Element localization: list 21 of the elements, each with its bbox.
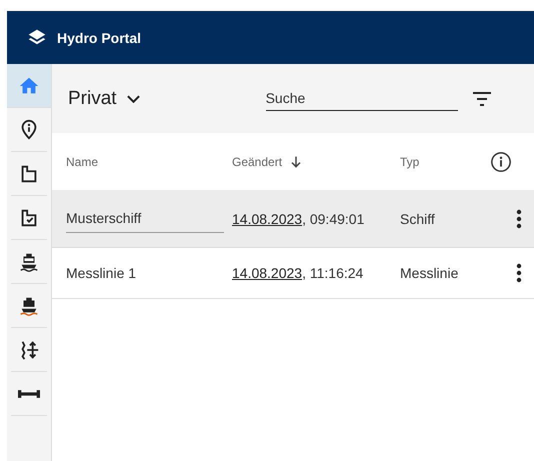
date-text: 14.08.2023, 11:16:24 xyxy=(232,265,364,281)
table-row[interactable]: Musterschiff 14.08.2023, 09:49:01 Schiff xyxy=(52,190,534,248)
search-field[interactable]: Suche xyxy=(266,86,458,111)
app-title: Hydro Portal xyxy=(57,30,142,46)
chevron-down-icon xyxy=(126,94,140,102)
date-text: 14.08.2023, 09:49:01 xyxy=(232,210,364,226)
table-row[interactable]: Messlinie 1 14.08.2023, 11:16:24 Messlinie xyxy=(52,248,534,299)
scope-dropdown[interactable]: Privat xyxy=(68,88,140,110)
name-text: Musterschiff xyxy=(66,204,224,233)
bridge-icon xyxy=(18,390,40,398)
table-cell-text: Schiff xyxy=(400,210,436,226)
more-icon[interactable] xyxy=(516,263,522,283)
date-link[interactable]: 14.08.2023 xyxy=(232,210,302,226)
column-header[interactable]: Geändert xyxy=(232,154,400,170)
info-icon[interactable] xyxy=(490,150,512,172)
name-text: Messlinie 1 xyxy=(66,265,136,281)
column-header[interactable]: Name xyxy=(52,154,232,168)
more-icon[interactable] xyxy=(516,208,522,228)
date-link[interactable]: 14.08.2023 xyxy=(232,265,302,281)
table-cell-text: Messlinie xyxy=(400,265,460,281)
column-header[interactable]: Typ xyxy=(400,154,486,168)
